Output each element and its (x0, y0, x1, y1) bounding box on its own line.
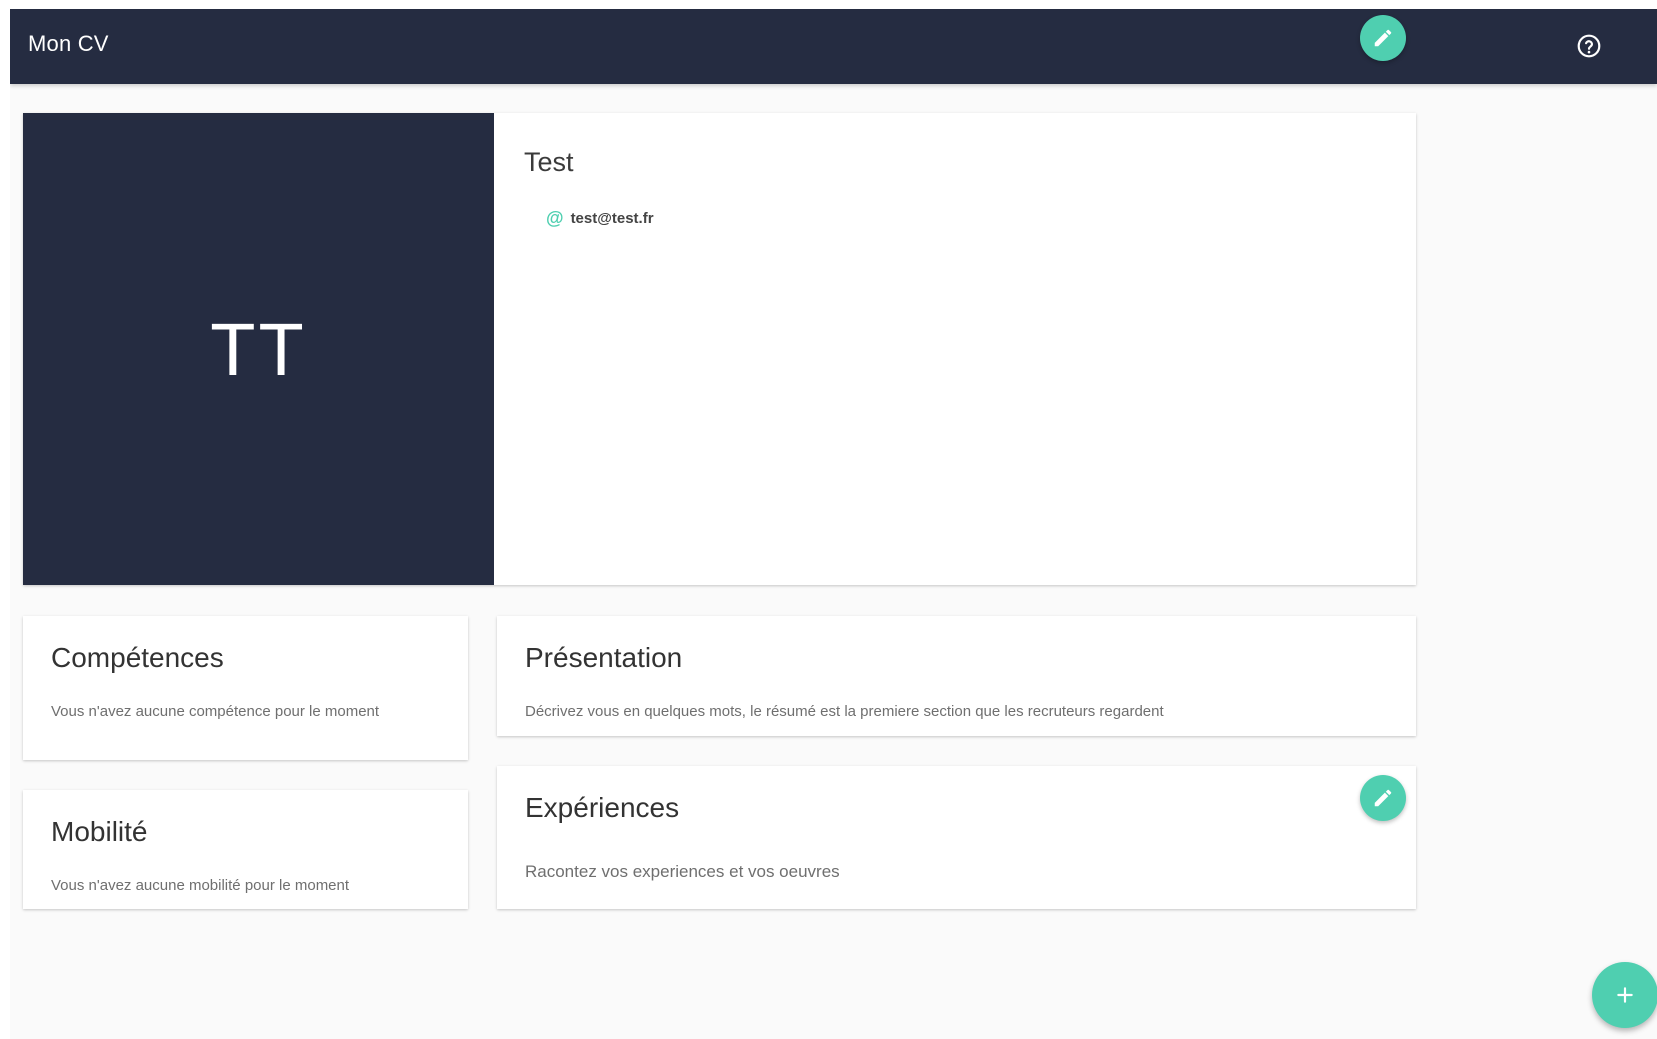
avatar: TT (23, 113, 494, 585)
edit-profile-button[interactable] (1360, 15, 1406, 61)
competences-card[interactable]: Compétences Vous n'avez aucune compétenc… (23, 616, 468, 760)
email-row: @ test@test.fr (546, 209, 654, 227)
help-circle-icon (1577, 34, 1601, 58)
app-frame: Mon CV TT Test @ test@test.fr Compétence… (10, 9, 1657, 1039)
competences-title: Compétences (51, 642, 224, 673)
profile-name: Test (524, 147, 574, 177)
mobilite-empty-text: Vous n'avez aucune mobilité pour le mome… (51, 877, 350, 894)
pencil-icon (1374, 789, 1392, 807)
profile-email: test@test.fr (570, 209, 654, 227)
mobilite-card[interactable]: Mobilité Vous n'avez aucune mobilité pou… (23, 790, 468, 909)
presentation-title: Présentation (525, 642, 683, 673)
profile-card: TT Test @ test@test.fr (23, 113, 1416, 585)
help-button[interactable] (1575, 32, 1603, 60)
competences-empty-text: Vous n'avez aucune compétence pour le mo… (51, 703, 380, 720)
experiences-title: Expériences (525, 792, 680, 823)
plus-icon (1617, 987, 1633, 1003)
presentation-card[interactable]: Présentation Décrivez vous en quelques m… (497, 616, 1416, 736)
edit-experiences-button[interactable] (1360, 775, 1406, 821)
at-icon: @ (546, 208, 564, 228)
mobilite-title: Mobilité (51, 816, 148, 847)
pencil-icon (1374, 29, 1392, 47)
experiences-card[interactable]: Expériences Racontez vos experiences et … (497, 766, 1416, 909)
avatar-initials: TT (210, 307, 307, 391)
top-app-bar: Mon CV (10, 9, 1657, 84)
presentation-hint-text: Décrivez vous en quelques mots, le résum… (525, 703, 1164, 720)
add-button[interactable] (1592, 962, 1657, 1028)
app-title: Mon CV (28, 31, 109, 56)
experiences-hint-text: Racontez vos experiences et vos oeuvres (525, 862, 840, 881)
